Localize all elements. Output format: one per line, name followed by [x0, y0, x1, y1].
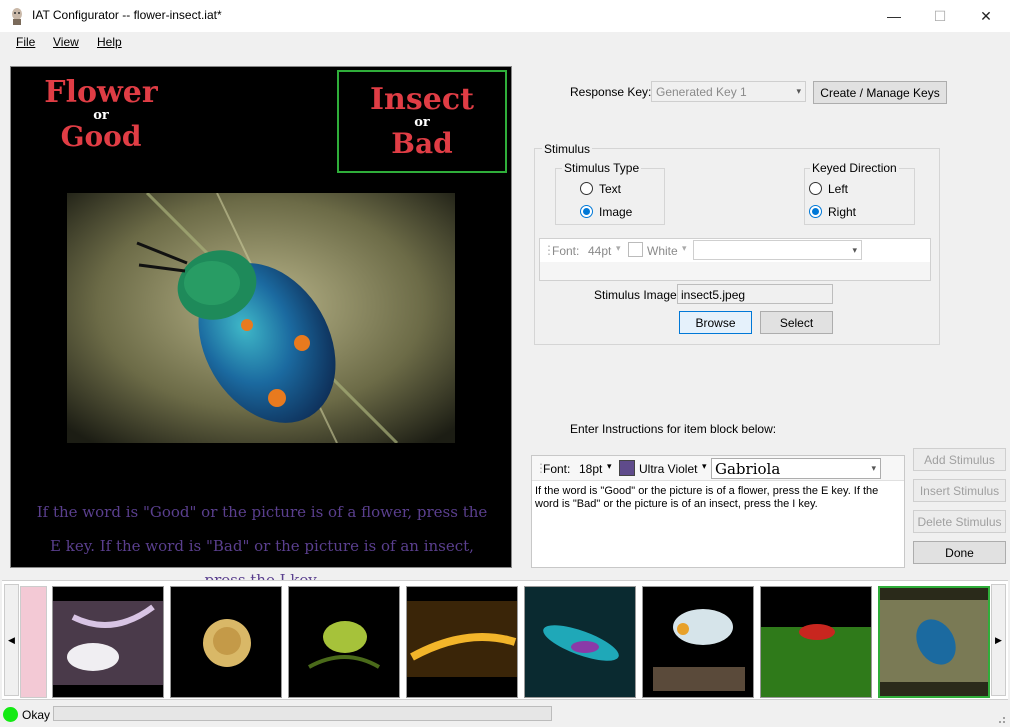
instructions-editor: ⋮ Font: 18pt ▾ Ultra Violet ▾ Gabriola ▾…: [531, 455, 905, 568]
app-icon: [9, 7, 25, 25]
progress-bar: [53, 706, 552, 721]
stimulus-font-size[interactable]: 44pt: [588, 244, 611, 258]
keyed-direction-group: [804, 168, 915, 225]
instructions-font-label: Font:: [543, 462, 571, 476]
instructions-font-size[interactable]: 18pt: [579, 462, 602, 476]
stimulus-font-toolbar: ⋮ Font: 44pt ▾ White ▾ ▾: [539, 238, 931, 281]
response-key-label: Response Key:: [570, 85, 652, 99]
chevron-down-icon: ▾: [871, 463, 876, 473]
instructions-textarea[interactable]: If the word is "Good" or the picture is …: [535, 485, 901, 511]
stimulus-type-label: Stimulus Type: [562, 161, 642, 175]
insert-stimulus-button[interactable]: Insert Stimulus: [913, 479, 1006, 502]
stimulus-image-label: Stimulus Image:: [594, 288, 681, 302]
scroll-left-button[interactable]: ◀: [4, 584, 19, 696]
instructions-font-name: Gabriola: [715, 460, 781, 478]
instructions-toolbar: ⋮ Font: 18pt ▾ Ultra Violet ▾ Gabriola ▾: [532, 456, 904, 481]
right-category-main: Insect: [370, 82, 474, 117]
chevron-down-icon: ▾: [796, 86, 801, 96]
instructions-color-swatch[interactable]: [619, 460, 635, 476]
thumbnail-jewel-beetle[interactable]: [878, 586, 990, 698]
thumbnail-lily[interactable]: [52, 586, 164, 698]
stimulus-font-label: Font:: [552, 244, 580, 258]
response-key-value: Generated Key 1: [656, 85, 747, 99]
right-category-alt: Bad: [391, 127, 453, 160]
stimulus-color-swatch[interactable]: [628, 242, 643, 257]
menu-view-label: View: [53, 35, 79, 49]
minimize-button[interactable]: —: [871, 0, 917, 32]
create-manage-keys-button[interactable]: Create / Manage Keys: [813, 81, 947, 104]
direction-left-label: Left: [828, 182, 849, 196]
stimulus-thumbnail-strip: ◀ ▶: [2, 580, 1008, 700]
stimulus-type-text-label: Text: [599, 182, 622, 196]
thumbnail-golden-sparkles[interactable]: [406, 586, 518, 698]
scroll-left-icon: ◀: [8, 634, 15, 645]
status-indicator-icon: [3, 707, 18, 722]
thumbnail-shrimp-on-moss[interactable]: [760, 586, 872, 698]
instructions-color-name[interactable]: Ultra Violet: [639, 462, 697, 476]
chevron-down-icon: ▾: [702, 461, 707, 471]
item-preview: Flower or Good Insect or Bad If the word…: [10, 66, 512, 589]
keyed-direction-label: Keyed Direction: [810, 161, 899, 175]
menu-view[interactable]: View: [53, 35, 79, 49]
done-button[interactable]: Done: [913, 541, 1006, 564]
chevron-down-icon: ▾: [616, 243, 621, 253]
left-category-label: Flower or Good: [31, 77, 171, 177]
thumbnail-dragonfly[interactable]: [524, 586, 636, 698]
thumbnail-green-rose[interactable]: [288, 586, 400, 698]
stimulus-color-name[interactable]: White: [647, 244, 678, 258]
thumbnail-gold-rose[interactable]: [170, 586, 282, 698]
select-button[interactable]: Select: [760, 311, 833, 334]
direction-left-radio[interactable]: [809, 182, 822, 195]
resize-grip-icon[interactable]: [994, 712, 1006, 724]
response-key-combo[interactable]: Generated Key 1 ▾: [651, 81, 806, 102]
chevron-down-icon: ▾: [682, 243, 687, 253]
left-category-alt: Good: [60, 120, 142, 153]
add-stimulus-button[interactable]: Add Stimulus: [913, 448, 1006, 471]
thumbnail-colorful-insect[interactable]: [642, 586, 754, 698]
left-category-main: Flower: [44, 75, 158, 110]
stimulus-image-preview: [67, 193, 455, 443]
delete-stimulus-button[interactable]: Delete Stimulus: [913, 510, 1006, 533]
browse-button[interactable]: Browse: [679, 311, 752, 334]
window-title: IAT Configurator -- flower-insect.iat*: [32, 8, 222, 22]
menu-file[interactable]: File: [16, 35, 35, 49]
close-button[interactable]: ✕: [963, 0, 1009, 32]
maximize-button[interactable]: ☐: [917, 0, 963, 32]
stimulus-group-label: Stimulus: [542, 142, 593, 156]
menu-help[interactable]: Help: [97, 35, 122, 49]
chevron-down-icon: ▾: [852, 245, 857, 255]
stimulus-type-image-label: Image: [599, 205, 633, 219]
stimulus-image-field[interactable]: insect5.jpeg: [677, 284, 833, 304]
chevron-down-icon: ▾: [607, 461, 612, 471]
direction-right-radio[interactable]: [809, 205, 822, 218]
stimulus-type-text-radio[interactable]: [580, 182, 593, 195]
instructions-prompt: Enter Instructions for item block below:: [570, 422, 777, 436]
menu-file-label: File: [16, 35, 36, 49]
thumbnail-partial[interactable]: [20, 586, 47, 698]
scroll-right-button[interactable]: ▶: [991, 584, 1006, 696]
stimulus-font-combo[interactable]: ▾: [693, 240, 862, 260]
stimulus-type-image-radio[interactable]: [580, 205, 593, 218]
right-category-label: Insect or Bad: [337, 70, 507, 173]
scroll-right-icon: ▶: [995, 634, 1002, 645]
direction-right-label: Right: [828, 205, 857, 219]
menu-bar: [0, 32, 1010, 54]
status-text: Okay: [22, 708, 51, 722]
instructions-font-combo[interactable]: Gabriola ▾: [711, 458, 881, 479]
menu-help-label: Help: [97, 35, 122, 49]
